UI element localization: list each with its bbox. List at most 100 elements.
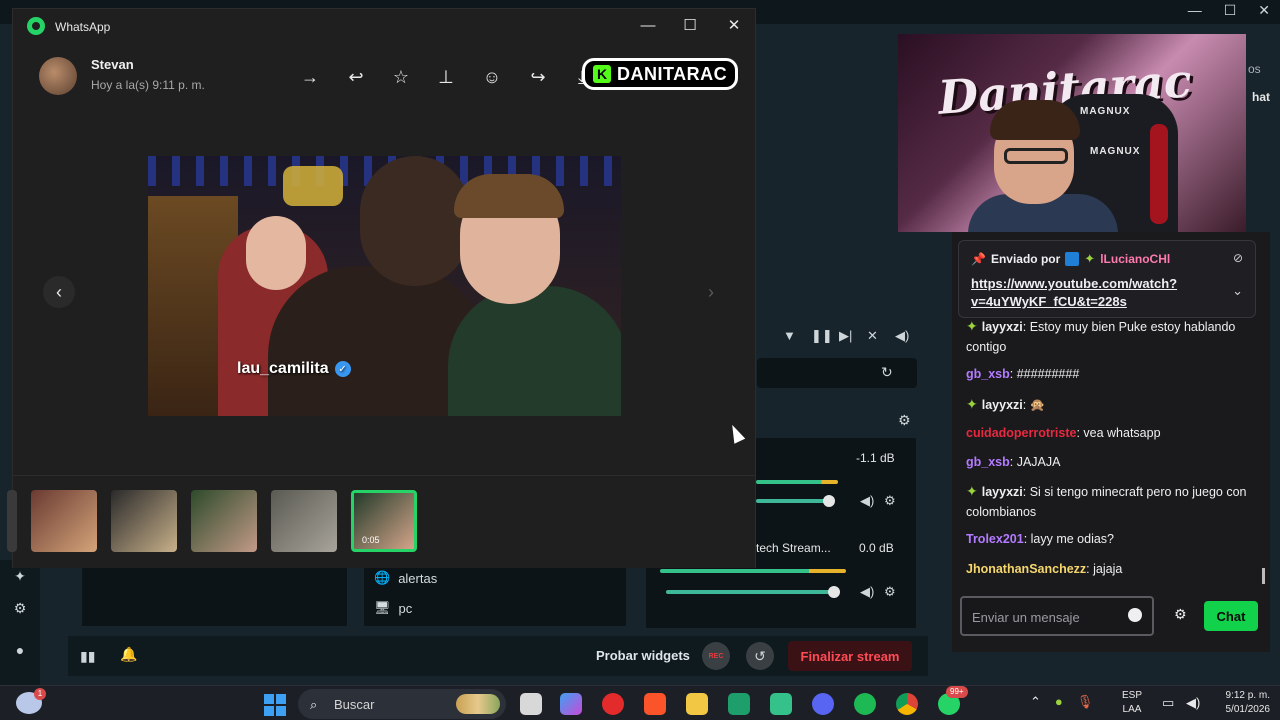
previous-media-button[interactable]: ‹: [43, 276, 75, 308]
file-explorer-icon[interactable]: [686, 693, 708, 715]
pin-icon: 📌: [971, 252, 986, 266]
gear-icon[interactable]: ⚙: [884, 493, 896, 509]
volume-icon[interactable]: ◀): [1186, 695, 1200, 711]
skip-icon[interactable]: ▶|: [839, 328, 852, 344]
media-thumbnail[interactable]: [191, 490, 257, 552]
mute-mic-icon[interactable]: ✕: [867, 328, 878, 344]
app-icon[interactable]: [728, 693, 750, 715]
tray-app-icon[interactable]: ●: [1055, 694, 1063, 710]
emoji-icon[interactable]: ☺: [479, 64, 505, 90]
forward-icon[interactable]: →: [297, 64, 323, 90]
discord-icon[interactable]: [812, 693, 834, 715]
chat-input[interactable]: [972, 608, 1122, 626]
chat-text: : JAJAJA: [1009, 455, 1061, 469]
filter-icon[interactable]: ▼: [783, 328, 796, 343]
test-widgets-button[interactable]: Probar widgets: [596, 648, 690, 663]
language-indicator[interactable]: ESP LAA: [1122, 689, 1142, 717]
next-media-button[interactable]: ›: [695, 276, 727, 308]
volume-slider-2[interactable]: [666, 590, 834, 594]
sparkle-badge-icon: ✦: [1084, 251, 1096, 266]
maximize-icon[interactable]: ☐: [675, 15, 705, 37]
windows-start-icon[interactable]: [264, 694, 286, 716]
minimize-icon[interactable]: —: [633, 15, 663, 37]
media-image: [148, 156, 621, 416]
star-icon[interactable]: ☆: [388, 64, 414, 90]
refresh-icon[interactable]: ↻: [881, 364, 893, 381]
taskbar-search[interactable]: ⌕ Buscar: [298, 689, 506, 719]
pin-icon[interactable]: ⊥: [433, 64, 459, 90]
pinned-user[interactable]: lLucianoCHl: [1100, 252, 1170, 266]
chat-username[interactable]: gb_xsb: [966, 455, 1010, 469]
unpin-icon[interactable]: ⊘: [1233, 251, 1243, 265]
close-icon[interactable]: ✕: [1258, 2, 1270, 19]
settings-icon[interactable]: ⚙: [12, 600, 28, 616]
system-clock[interactable]: 9:12 p. m. 5/01/2026: [1212, 689, 1271, 717]
chat-text: : 🙊: [1022, 398, 1046, 412]
volume-slider-knob-2[interactable]: [828, 586, 840, 598]
minimize-icon[interactable]: —: [1188, 2, 1202, 19]
brave-icon[interactable]: [644, 693, 666, 715]
media-thumbnail-selected[interactable]: 0:05: [351, 490, 417, 552]
emoji-icon[interactable]: [1128, 608, 1142, 622]
mixer-settings-icon[interactable]: ⚙: [898, 412, 911, 429]
avatar[interactable]: [39, 57, 77, 95]
search-icon: ⌕: [310, 697, 318, 712]
chat-username[interactable]: layyxzi: [982, 320, 1023, 334]
stats-icon[interactable]: ▮▮: [80, 648, 95, 665]
chat-settings-icon[interactable]: ⚙: [1174, 606, 1187, 623]
sparkle-badge-icon: ✦: [966, 483, 978, 499]
media-thumbnail[interactable]: [271, 490, 337, 552]
pinned-link[interactable]: https://www.youtube.com/watch?v=4uYWyKF_…: [971, 275, 1201, 311]
source-item[interactable]: 🖥 pc: [374, 600, 412, 616]
spotify-icon[interactable]: [854, 693, 876, 715]
source-item[interactable]: 🌐 alertas: [374, 570, 437, 586]
gear-icon[interactable]: ⚙: [884, 584, 896, 600]
weather-widget[interactable]: 1: [16, 688, 46, 714]
profile-icon[interactable]: ●: [12, 642, 28, 658]
network-icon[interactable]: ▭: [1162, 695, 1174, 711]
preview-bar: ↻: [757, 358, 917, 388]
chevron-up-icon[interactable]: ⌃: [1030, 694, 1041, 710]
media-thumbnail[interactable]: [111, 490, 177, 552]
source-label: alertas: [398, 570, 438, 586]
close-icon[interactable]: ✕: [719, 15, 749, 37]
microphone-icon[interactable]: 🎙: [1077, 694, 1094, 710]
replay-button[interactable]: ↺: [746, 642, 774, 670]
chat-username[interactable]: layyxzi: [982, 398, 1023, 412]
media-thumbnail[interactable]: [7, 490, 17, 552]
mixer-db-1: -1.1 dB: [856, 451, 895, 465]
volume-slider-1[interactable]: [756, 499, 830, 503]
chat-input-box[interactable]: [960, 596, 1154, 636]
image-tag: lau_camilita ✓: [231, 356, 357, 382]
volume-icon[interactable]: ◀): [895, 328, 909, 344]
plugin-icon[interactable]: ✦: [12, 568, 28, 584]
contact-name: Stevan: [91, 57, 134, 72]
chrome-icon[interactable]: [896, 693, 918, 715]
chat-username[interactable]: layyxzi: [982, 485, 1023, 499]
chat-username[interactable]: gb_xsb: [966, 367, 1010, 381]
chat-username[interactable]: cuidadoperrotriste: [966, 426, 1076, 440]
copilot-icon[interactable]: [560, 693, 582, 715]
volume-slider-knob-1[interactable]: [823, 495, 835, 507]
opera-icon[interactable]: [602, 693, 624, 715]
record-button[interactable]: REC: [702, 642, 730, 670]
chat-send-button[interactable]: Chat: [1204, 601, 1258, 631]
pinned-message[interactable]: 📌 Enviado por ✦ lLucianoCHl ⊘ https://ww…: [958, 240, 1256, 318]
pause-icon[interactable]: ❚❚: [811, 328, 833, 344]
chat-username[interactable]: Trolex201: [966, 532, 1024, 546]
media-thumbnail[interactable]: [31, 490, 97, 552]
chevron-down-icon[interactable]: ⌄: [1232, 283, 1243, 299]
app-icon[interactable]: [770, 693, 792, 715]
bell-icon[interactable]: 🔔: [120, 646, 137, 663]
speaker-icon[interactable]: ◀): [860, 584, 874, 600]
chat-scrollbar[interactable]: [1262, 568, 1265, 584]
chat-username[interactable]: JhonathanSanchezz: [966, 562, 1086, 576]
maximize-icon[interactable]: ☐: [1224, 2, 1237, 19]
share-icon[interactable]: ↪: [525, 64, 551, 90]
window-title: WhatsApp: [55, 20, 111, 34]
speaker-icon[interactable]: ◀): [860, 493, 874, 509]
task-view-icon[interactable]: [520, 693, 542, 715]
end-stream-button[interactable]: Finalizar stream: [788, 641, 912, 671]
reply-icon[interactable]: ↩: [343, 64, 369, 90]
streamer-hair: [990, 100, 1080, 140]
